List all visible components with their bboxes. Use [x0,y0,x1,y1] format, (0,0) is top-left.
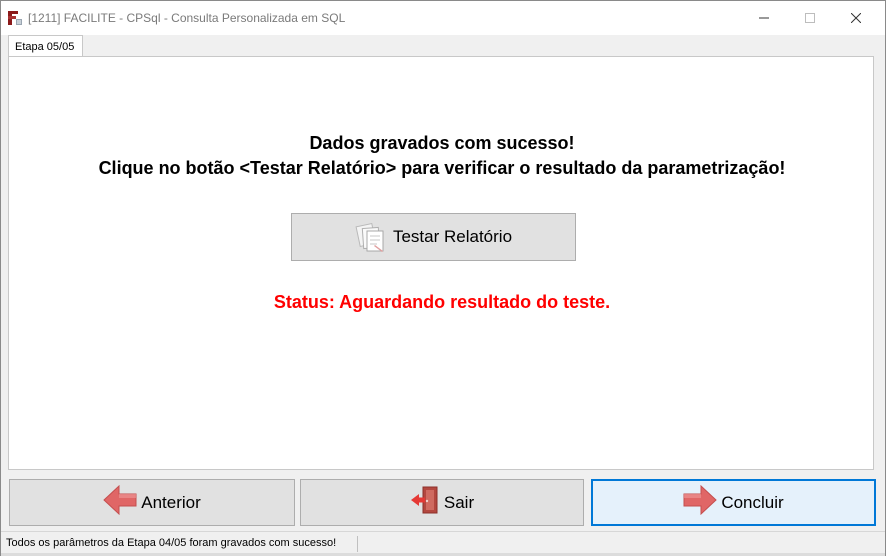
instruction-message: Clique no botão <Testar Relatório> para … [98,158,786,178]
tab-panel: Dados gravados com sucesso! Clique no bo… [8,56,874,470]
close-icon [851,13,861,23]
tab-etapa-05[interactable]: Etapa 05/05 [8,35,83,57]
minimize-icon [759,17,769,19]
tab-strip: Etapa 05/05 [1,35,885,57]
previous-label: Anterior [141,492,201,512]
success-message: Dados gravados com sucesso! [309,133,575,153]
status-bar-text: Todos os parâmetros da Etapa 04/05 foram… [6,537,337,549]
finish-label: Concluir [721,492,784,512]
status-bar: Todos os parâmetros da Etapa 04/05 foram… [1,531,885,555]
exit-button[interactable]: Sair [300,479,584,526]
previous-button[interactable]: Anterior [9,479,295,526]
exit-label: Sair [443,492,475,512]
arrow-left-icon [103,484,137,520]
documents-icon [355,221,387,253]
test-report-label: Testar Relatório [392,227,513,246]
app-logo-icon [7,10,23,26]
title-bar[interactable]: [1211] FACILITE - CPSql - Consulta Perso… [1,1,885,35]
test-report-button[interactable]: Testar Relatório [291,213,576,261]
exit-door-icon [410,485,440,520]
status-message: Status: Aguardando resultado do teste. [273,292,611,312]
arrow-right-icon [683,484,718,520]
app-window: [1211] FACILITE - CPSql - Consulta Perso… [0,0,886,556]
finish-button[interactable]: Concluir [591,479,876,526]
maximize-icon [805,13,815,23]
maximize-button[interactable] [787,1,833,35]
minimize-button[interactable] [741,1,787,35]
close-button[interactable] [833,1,879,35]
status-bar-divider [357,536,358,552]
window-title: [1211] FACILITE - CPSql - Consulta Perso… [28,11,346,25]
